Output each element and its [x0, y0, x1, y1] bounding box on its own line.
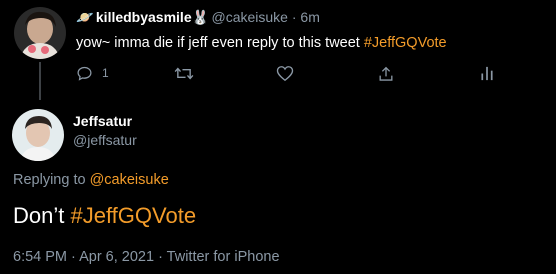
parent-tweet-actions: 1 — [76, 63, 516, 83]
reply-count: 1 — [102, 66, 109, 80]
retweet-button[interactable] — [174, 63, 194, 83]
parent-tweet-text-body: yow~ imma die if jeff even reply to this… — [76, 35, 364, 51]
analytics-icon — [481, 66, 493, 80]
thread-connector-line — [39, 62, 41, 100]
main-tweet-avatar[interactable] — [12, 109, 64, 161]
main-tweet-text-body: Don’t — [13, 203, 71, 228]
share-button[interactable] — [378, 63, 394, 83]
parent-display-name[interactable]: killedbyasmile — [96, 9, 192, 25]
parent-handle[interactable]: @cakeisuke — [212, 9, 288, 25]
main-hashtag-link[interactable]: #JeffGQVote — [70, 203, 196, 228]
like-button[interactable] — [276, 63, 294, 83]
parent-time-ago[interactable]: 6m — [300, 9, 319, 25]
replying-to-mention-link[interactable]: @cakeisuke — [90, 172, 169, 188]
parent-hashtag-link[interactable]: #JeffGQVote — [364, 35, 447, 51]
main-handle[interactable]: @jeffsatur — [73, 132, 137, 148]
user-avatar-icon — [12, 109, 64, 161]
main-tweet-text: Don’t #JeffGQVote — [13, 203, 196, 229]
share-icon — [379, 66, 393, 81]
main-display-name[interactable]: Jeffsatur — [73, 113, 132, 129]
retweet-icon — [174, 66, 194, 80]
reply-icon — [77, 66, 92, 81]
replying-to-label: Replying to — [13, 172, 90, 188]
replying-to-line: Replying to @cakeisuke — [13, 172, 169, 188]
parent-tweet-text: yow~ imma die if jeff even reply to this… — [76, 35, 447, 51]
parent-tweet-avatar[interactable] — [14, 7, 66, 59]
user-avatar-icon — [14, 7, 66, 59]
reply-button[interactable]: 1 — [76, 63, 109, 83]
planet-emoji: 🪐 — [76, 9, 94, 25]
rabbit-emoji: 🐰 — [191, 9, 210, 25]
analytics-button[interactable] — [480, 63, 494, 83]
heart-icon — [276, 65, 294, 81]
parent-separator: · — [287, 9, 301, 25]
main-tweet-timestamp[interactable]: 6:54 PM · Apr 6, 2021 · Twitter for iPho… — [13, 249, 280, 265]
parent-tweet-header: 🪐 killedbyasmile🐰 @cakeisuke · 6m — [76, 9, 320, 26]
